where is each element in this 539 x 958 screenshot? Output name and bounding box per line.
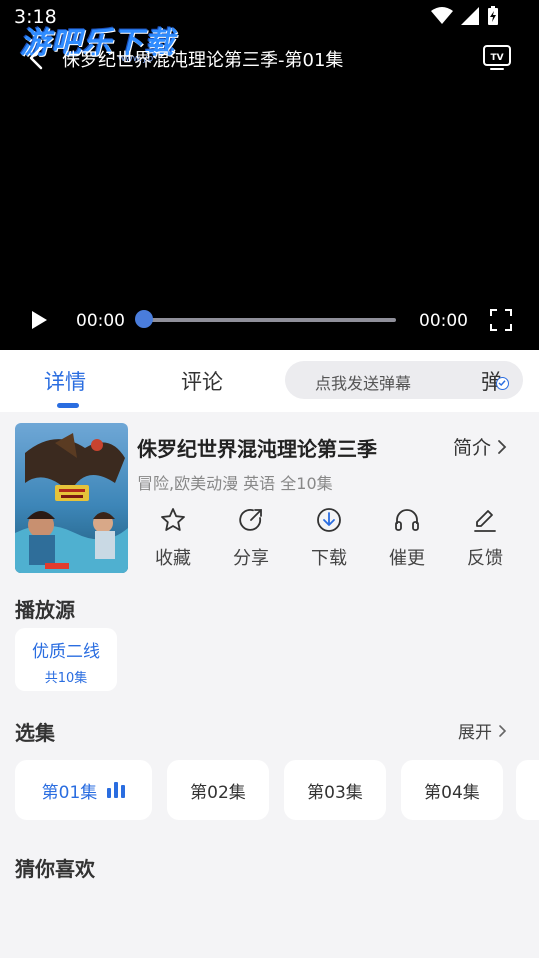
back-button[interactable]: [22, 44, 50, 72]
poster-image[interactable]: [15, 423, 128, 573]
share-icon: [239, 509, 262, 531]
intro-link[interactable]: 简介: [453, 433, 507, 460]
episode-section-title: 选集: [15, 721, 55, 745]
svg-text:TV: TV: [490, 53, 503, 63]
check-icon: [496, 377, 509, 390]
intro-label: 简介: [453, 437, 492, 459]
show-title: 侏罗纪世界混沌理论第三季: [137, 437, 377, 461]
expand-episodes-link[interactable]: 展开: [458, 718, 507, 743]
episode-item[interactable]: 第02集: [167, 760, 269, 820]
battery-icon: [488, 6, 498, 25]
download-label: 下载: [311, 548, 347, 569]
chevron-right-icon: [499, 724, 507, 737]
video-player[interactable]: 3:18 游吧乐下载 www.yb 侏罗纪世界混沌理论第三季-第01集 TV 0…: [0, 0, 539, 350]
chevron-right-icon: [498, 439, 507, 454]
urge-update-label: 催更: [389, 548, 425, 569]
source-item[interactable]: 优质二线 共10集: [15, 628, 117, 691]
download-button[interactable]: 下载: [299, 506, 359, 570]
episode-label: 第01集: [41, 782, 98, 803]
action-row: 收藏 分享 下载 催更 反馈: [134, 506, 524, 576]
source-name: 优质二线: [32, 642, 100, 662]
episode-item-partial[interactable]: [516, 760, 539, 820]
cast-tv-button[interactable]: TV: [482, 44, 512, 72]
episode-label: 第04集: [424, 782, 480, 803]
detail-tab-bar: 详情 评论 点我发送弹幕 弹: [0, 350, 539, 412]
share-label: 分享: [233, 548, 269, 569]
urge-update-button[interactable]: 催更: [377, 506, 437, 570]
episode-label: 第02集: [190, 782, 246, 803]
play-icon: [32, 311, 47, 329]
recommend-section-title: 猜你喜欢: [15, 857, 95, 881]
source-count: 共10集: [44, 671, 88, 686]
show-meta: 冒险,欧美动漫 英语 全10集: [137, 474, 333, 493]
wifi-icon: [431, 7, 453, 24]
favorite-button[interactable]: 收藏: [143, 506, 203, 570]
expand-label: 展开: [458, 723, 492, 743]
signal-icon: [461, 7, 479, 25]
episode-item[interactable]: 第03集: [284, 760, 386, 820]
fullscreen-icon: [490, 309, 512, 331]
danmaku-input[interactable]: 点我发送弹幕 弹: [285, 361, 523, 399]
status-icons: [431, 6, 499, 26]
favorite-label: 收藏: [155, 548, 191, 569]
source-section-title: 播放源: [15, 598, 75, 622]
episode-item[interactable]: 第01集: [15, 760, 152, 820]
now-playing-icon: [107, 782, 126, 798]
download-icon: [317, 508, 341, 532]
episode-label: 第03集: [307, 782, 363, 803]
seek-bar[interactable]: [142, 318, 396, 322]
video-title: 侏罗纪世界混沌理论第三季-第01集: [62, 50, 344, 71]
total-time: 00:00: [419, 311, 468, 331]
tab-details[interactable]: 详情: [44, 366, 86, 396]
detail-content: 侏罗纪世界混沌理论第三季 简介 冒险,欧美动漫 英语 全10集 收藏 分享 下载…: [0, 412, 539, 958]
danmaku-toggle-icon[interactable]: 弹: [481, 366, 511, 394]
feedback-label: 反馈: [467, 548, 503, 569]
feedback-button[interactable]: 反馈: [455, 506, 515, 570]
current-time: 00:00: [76, 311, 125, 331]
headphones-icon: [395, 509, 419, 531]
chevron-left-icon: [29, 46, 43, 70]
tv-icon: TV: [483, 45, 511, 70]
seek-thumb[interactable]: [135, 310, 153, 328]
episode-item[interactable]: 第04集: [401, 760, 503, 820]
tab-active-indicator: [57, 403, 79, 408]
fullscreen-button[interactable]: [489, 308, 513, 332]
danmaku-placeholder: 点我发送弹幕: [315, 374, 412, 393]
play-button[interactable]: [28, 309, 50, 331]
share-button[interactable]: 分享: [221, 506, 281, 570]
star-icon: [161, 508, 185, 531]
edit-icon: [474, 510, 496, 532]
tab-comments[interactable]: 评论: [181, 366, 223, 396]
